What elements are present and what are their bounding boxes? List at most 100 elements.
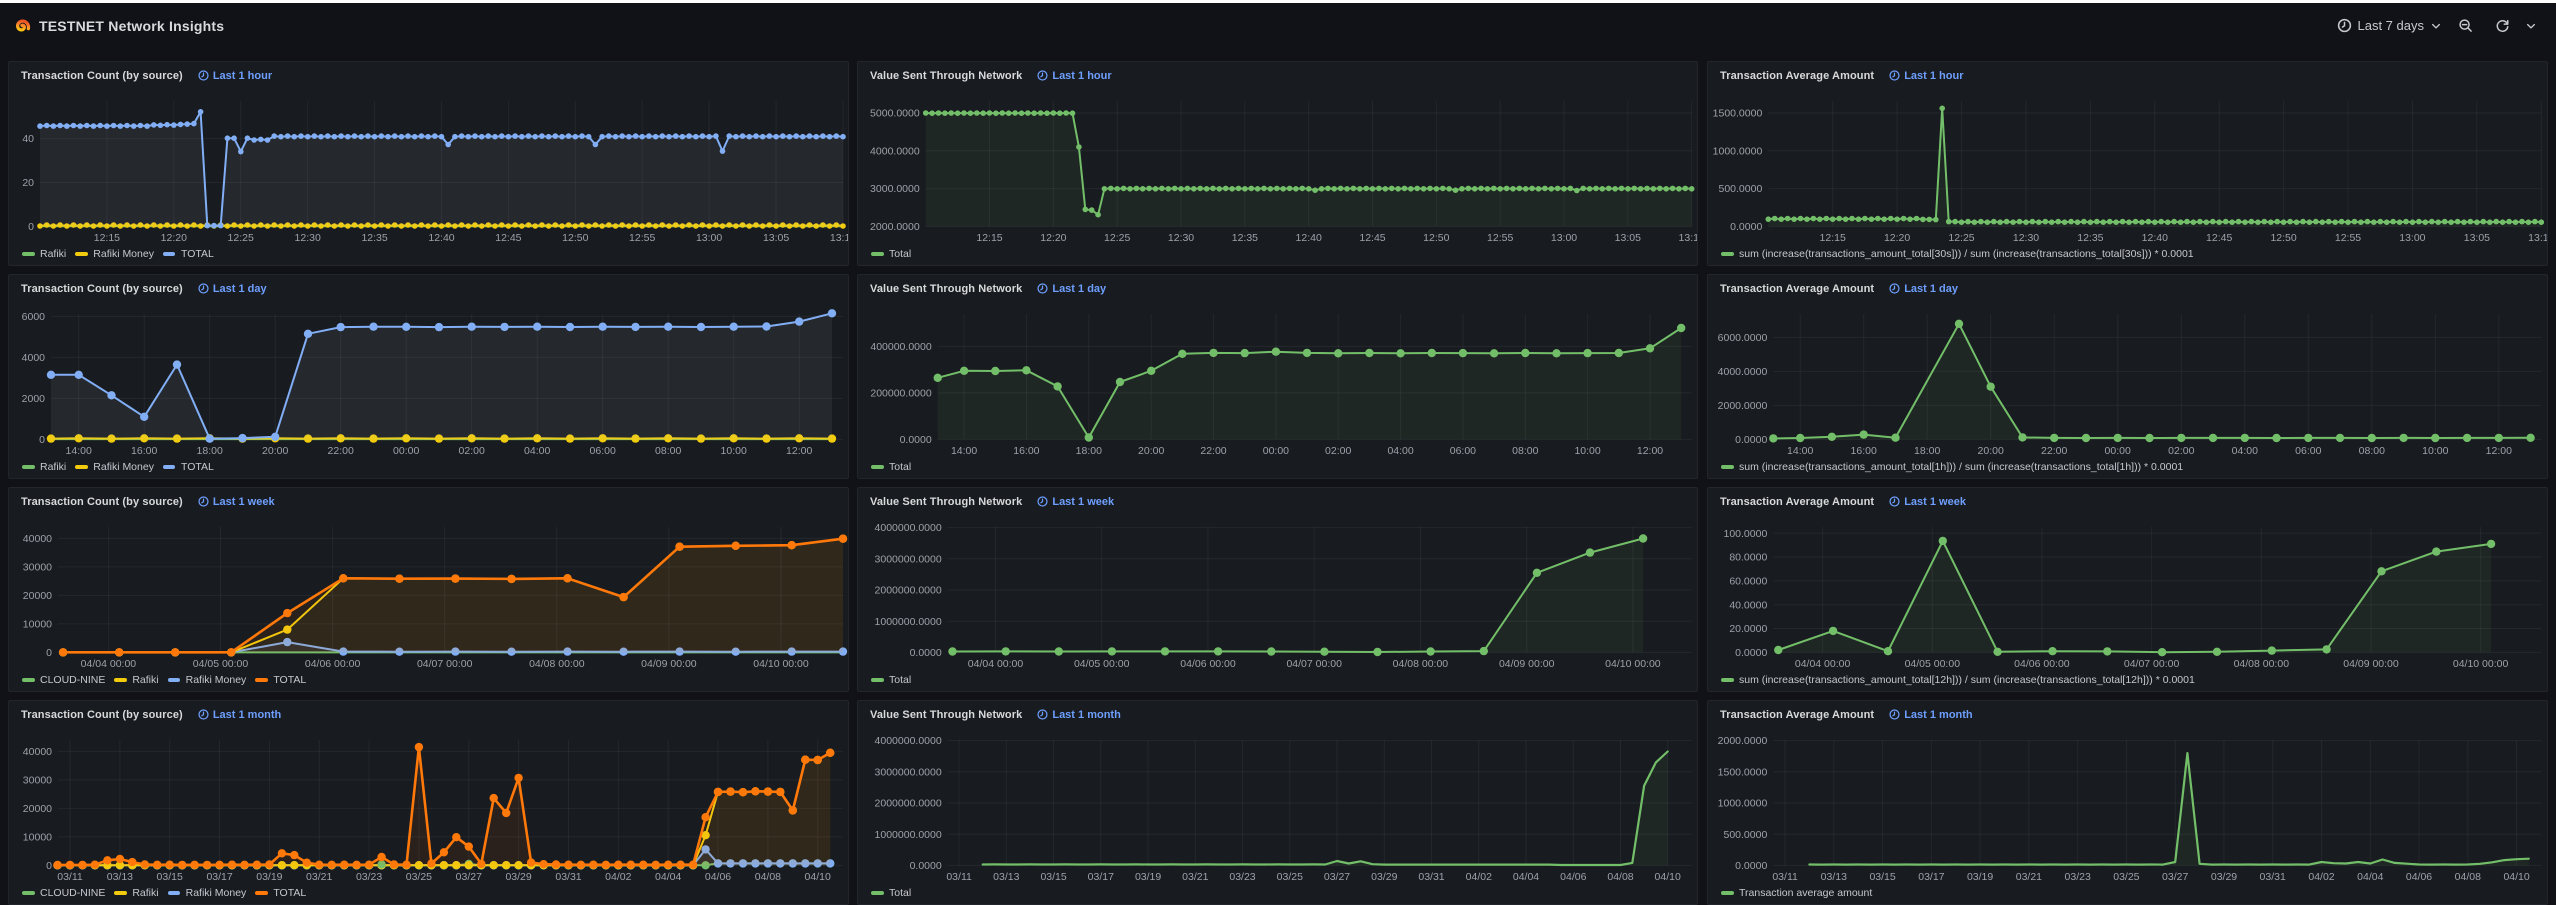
svg-text:12:35: 12:35 <box>1232 232 1258 244</box>
svg-text:03/19: 03/19 <box>1967 871 1993 883</box>
svg-text:08:00: 08:00 <box>2359 445 2385 457</box>
svg-text:4000.0000: 4000.0000 <box>870 145 920 157</box>
svg-text:10:00: 10:00 <box>721 445 747 457</box>
svg-text:2000.0000: 2000.0000 <box>1718 400 1768 412</box>
svg-text:04/04 00:00: 04/04 00:00 <box>1795 658 1851 670</box>
svg-text:03/23: 03/23 <box>356 871 382 883</box>
svg-text:06:00: 06:00 <box>1450 445 1476 457</box>
svg-text:06:00: 06:00 <box>2295 445 2321 457</box>
svg-text:04:00: 04:00 <box>524 445 550 457</box>
svg-text:12:40: 12:40 <box>1296 232 1322 244</box>
svg-text:12:40: 12:40 <box>2142 232 2168 244</box>
svg-text:03/21: 03/21 <box>2016 871 2042 883</box>
svg-text:12:30: 12:30 <box>2013 232 2039 244</box>
svg-text:04:00: 04:00 <box>2232 445 2258 457</box>
svg-text:13:05: 13:05 <box>763 232 789 244</box>
svg-text:04/02: 04/02 <box>605 871 631 883</box>
svg-text:03/17: 03/17 <box>1918 871 1944 883</box>
svg-text:03/23: 03/23 <box>1229 871 1255 883</box>
svg-text:2000000.0000: 2000000.0000 <box>875 585 942 597</box>
svg-text:12:55: 12:55 <box>1487 232 1513 244</box>
svg-text:14:00: 14:00 <box>951 445 977 457</box>
svg-text:1500.0000: 1500.0000 <box>1713 108 1763 120</box>
svg-text:10000: 10000 <box>23 832 52 844</box>
svg-text:04/10: 04/10 <box>2503 871 2529 883</box>
svg-text:40.0000: 40.0000 <box>1729 599 1767 611</box>
svg-text:14:00: 14:00 <box>66 445 92 457</box>
svg-text:2000.0000: 2000.0000 <box>870 221 920 233</box>
svg-text:12:55: 12:55 <box>629 232 655 244</box>
svg-text:4000000.0000: 4000000.0000 <box>875 735 942 747</box>
svg-text:0.0000: 0.0000 <box>1730 221 1762 233</box>
svg-text:03/11: 03/11 <box>946 871 972 883</box>
svg-text:22:00: 22:00 <box>2041 445 2067 457</box>
svg-text:03/21: 03/21 <box>1182 871 1208 883</box>
svg-text:03/13: 03/13 <box>107 871 133 883</box>
svg-text:13:05: 13:05 <box>1615 232 1641 244</box>
svg-text:03/27: 03/27 <box>2162 871 2188 883</box>
svg-text:00:00: 00:00 <box>393 445 419 457</box>
svg-text:04/10 00:00: 04/10 00:00 <box>1605 658 1661 670</box>
svg-text:16:00: 16:00 <box>1013 445 1039 457</box>
svg-text:04/06 00:00: 04/06 00:00 <box>305 658 361 670</box>
svg-text:22:00: 22:00 <box>1200 445 1226 457</box>
svg-text:0.0000: 0.0000 <box>910 647 942 659</box>
svg-text:04/10 00:00: 04/10 00:00 <box>2453 658 2509 670</box>
svg-text:08:00: 08:00 <box>655 445 681 457</box>
svg-text:4000000.0000: 4000000.0000 <box>875 522 942 534</box>
svg-text:12:50: 12:50 <box>2270 232 2296 244</box>
svg-text:04/06: 04/06 <box>1560 871 1586 883</box>
svg-text:12:50: 12:50 <box>1423 232 1449 244</box>
svg-text:03/23: 03/23 <box>2065 871 2091 883</box>
svg-text:00:00: 00:00 <box>1263 445 1289 457</box>
svg-text:6000.0000: 6000.0000 <box>1718 332 1768 344</box>
svg-text:12:00: 12:00 <box>786 445 812 457</box>
svg-text:04/04: 04/04 <box>655 871 681 883</box>
svg-text:20:00: 20:00 <box>1978 445 2004 457</box>
svg-text:04/05 00:00: 04/05 00:00 <box>1074 658 1130 670</box>
svg-text:500.0000: 500.0000 <box>1719 183 1763 195</box>
svg-text:12:00: 12:00 <box>2486 445 2512 457</box>
svg-text:12:15: 12:15 <box>94 232 120 244</box>
svg-text:03/11: 03/11 <box>1772 871 1798 883</box>
svg-text:02:00: 02:00 <box>2168 445 2194 457</box>
svg-text:04/10: 04/10 <box>805 871 831 883</box>
svg-text:13:10: 13:10 <box>2528 232 2548 244</box>
svg-text:12:20: 12:20 <box>1884 232 1910 244</box>
svg-text:04/06 00:00: 04/06 00:00 <box>1180 658 1236 670</box>
svg-text:04/08 00:00: 04/08 00:00 <box>1393 658 1449 670</box>
svg-text:12:25: 12:25 <box>1104 232 1130 244</box>
svg-text:20000: 20000 <box>23 803 52 815</box>
svg-text:30000: 30000 <box>23 775 52 787</box>
svg-text:03/15: 03/15 <box>157 871 183 883</box>
svg-text:18:00: 18:00 <box>1076 445 1102 457</box>
svg-text:04/07 00:00: 04/07 00:00 <box>2124 658 2180 670</box>
svg-text:1000.0000: 1000.0000 <box>1718 798 1768 810</box>
svg-text:16:00: 16:00 <box>1851 445 1877 457</box>
svg-text:04/08 00:00: 04/08 00:00 <box>2234 658 2290 670</box>
svg-text:04/04: 04/04 <box>1513 871 1539 883</box>
svg-text:12:25: 12:25 <box>1948 232 1974 244</box>
svg-text:03/15: 03/15 <box>1869 871 1895 883</box>
svg-text:03/25: 03/25 <box>406 871 432 883</box>
svg-text:03/19: 03/19 <box>256 871 282 883</box>
svg-text:0: 0 <box>46 860 52 872</box>
svg-text:04/10 00:00: 04/10 00:00 <box>753 658 809 670</box>
svg-text:12:45: 12:45 <box>2206 232 2232 244</box>
svg-text:04/08: 04/08 <box>1607 871 1633 883</box>
svg-text:03/29: 03/29 <box>2211 871 2237 883</box>
svg-text:04/08: 04/08 <box>2455 871 2481 883</box>
svg-text:12:45: 12:45 <box>1359 232 1385 244</box>
svg-text:04/10: 04/10 <box>1655 871 1681 883</box>
svg-text:60.0000: 60.0000 <box>1729 576 1767 588</box>
svg-text:12:45: 12:45 <box>495 232 521 244</box>
svg-text:40: 40 <box>22 133 34 145</box>
svg-text:12:15: 12:15 <box>976 232 1002 244</box>
svg-text:04/08: 04/08 <box>755 871 781 883</box>
svg-text:04/06: 04/06 <box>705 871 731 883</box>
svg-text:4000: 4000 <box>22 352 46 364</box>
svg-text:12:30: 12:30 <box>295 232 321 244</box>
svg-text:18:00: 18:00 <box>1914 445 1940 457</box>
svg-text:500.0000: 500.0000 <box>1724 829 1768 841</box>
svg-text:03/17: 03/17 <box>1088 871 1114 883</box>
